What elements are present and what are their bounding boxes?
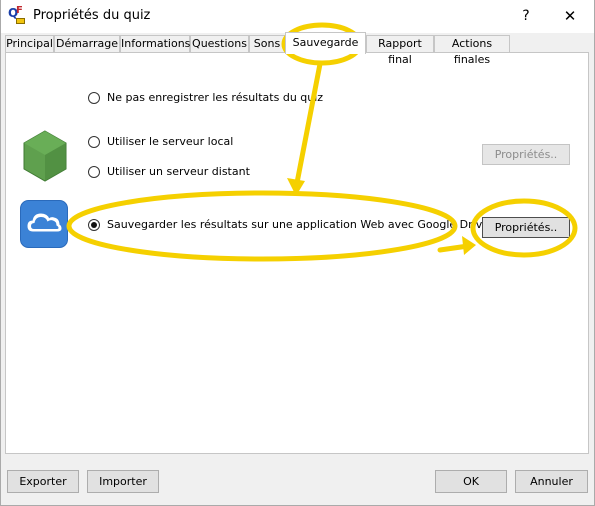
radio-google-drive[interactable] (88, 219, 100, 231)
option-remote-server[interactable]: Utiliser un serveur distant (88, 165, 288, 181)
cloud-icon (20, 200, 68, 248)
tab-informations[interactable]: Informations (120, 35, 190, 52)
window-title: Propriétés du quiz (33, 8, 151, 23)
tab-actions-finales[interactable]: Actions finales (434, 35, 510, 66)
radio-local-server[interactable] (88, 136, 100, 148)
option-no-save[interactable]: Ne pas enregistrer les résultats du quiz (88, 91, 328, 107)
app-icon: Q F (8, 6, 26, 25)
option-google-drive[interactable]: Sauvegarder les résultats sur une applic… (88, 218, 489, 234)
export-button[interactable]: Exporter (7, 470, 79, 493)
option-google-drive-label: Sauvegarder les résultats sur une applic… (107, 218, 490, 231)
quiz-properties-dialog: Q F Propriétés du quiz ? ✕ Ne pas enregi… (0, 0, 595, 506)
tab-sauvegarde[interactable]: Sauvegarde (285, 32, 366, 54)
tab-demarrage[interactable]: Démarrage (54, 35, 120, 52)
help-button[interactable]: ? (511, 4, 541, 28)
import-button[interactable]: Importer (87, 470, 159, 493)
drive-properties-button[interactable]: Propriétés.. (482, 217, 570, 238)
server-properties-button[interactable]: Propriétés.. (482, 144, 570, 165)
tab-sons[interactable]: Sons (249, 35, 285, 52)
radio-remote-server[interactable] (88, 166, 100, 178)
tab-principal[interactable]: Principal (5, 35, 54, 52)
ok-button[interactable]: OK (435, 470, 507, 493)
nodejs-hexagon-icon (23, 130, 67, 182)
option-no-save-label: Ne pas enregistrer les résultats du quiz (107, 91, 324, 104)
cancel-button[interactable]: Annuler (515, 470, 588, 493)
radio-no-save[interactable] (88, 92, 100, 104)
option-remote-server-label: Utiliser un serveur distant (107, 165, 250, 178)
option-local-server-label: Utiliser le serveur local (107, 135, 234, 148)
tab-rapport-final[interactable]: Rapport final (366, 35, 434, 66)
title-bar: Q F Propriétés du quiz ? ✕ (1, 0, 594, 33)
option-local-server[interactable]: Utiliser le serveur local (88, 135, 288, 151)
close-button[interactable]: ✕ (555, 4, 585, 28)
tab-questions[interactable]: Questions (190, 35, 249, 52)
tab-panel-sauvegarde: Ne pas enregistrer les résultats du quiz… (5, 52, 589, 454)
